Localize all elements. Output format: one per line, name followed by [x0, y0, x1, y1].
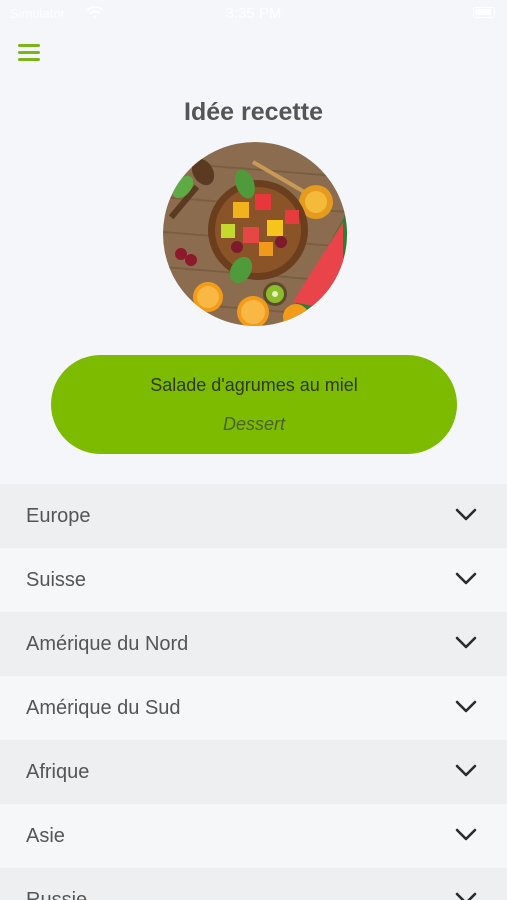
chevron-down-icon: [455, 636, 477, 649]
menu-line: [18, 44, 40, 47]
region-row-suisse[interactable]: Suisse: [0, 548, 507, 612]
chevron-down-icon: [455, 764, 477, 777]
app-screen: Simulator 3:35 PM Idée recette Salade d'…: [0, 0, 507, 900]
battery-icon: [473, 7, 495, 18]
region-row-amerique-du-sud[interactable]: Amérique du Sud: [0, 676, 507, 740]
status-bar: Simulator 3:35 PM: [0, 0, 507, 28]
region-label: Afrique: [26, 761, 90, 783]
region-label: Russie: [26, 889, 88, 900]
hamburger-menu-icon[interactable]: [14, 40, 44, 66]
chevron-down-icon: [455, 572, 477, 585]
recipe-photo[interactable]: [163, 142, 347, 326]
region-list: Europe Suisse Amérique du Nord Amérique …: [0, 484, 507, 900]
region-label: Asie: [26, 825, 65, 847]
region-label: Europe: [26, 505, 91, 527]
menu-line: [18, 51, 40, 54]
chevron-down-icon: [455, 828, 477, 841]
recipe-suggestion-card[interactable]: Salade d'agrumes au miel Dessert: [51, 355, 457, 454]
page-title: Idée recette: [184, 98, 323, 126]
region-row-europe[interactable]: Europe: [0, 484, 507, 548]
menu-line: [18, 58, 40, 61]
region-label: Amérique du Nord: [26, 633, 189, 655]
fruit-salad-illustration: [163, 142, 347, 326]
chevron-down-icon: [455, 892, 477, 900]
chevron-down-icon: [455, 700, 477, 713]
region-row-afrique[interactable]: Afrique: [0, 740, 507, 804]
region-row-asie[interactable]: Asie: [0, 804, 507, 868]
region-row-amerique-du-nord[interactable]: Amérique du Nord: [0, 612, 507, 676]
region-label: Suisse: [26, 569, 87, 591]
region-label: Amérique du Sud: [26, 697, 181, 719]
recipe-name: Salade d'agrumes au miel: [150, 375, 358, 395]
recipe-category: Dessert: [222, 414, 285, 434]
region-row-russie[interactable]: Russie: [0, 868, 507, 900]
status-time: 3:35 PM: [225, 5, 282, 22]
chevron-down-icon: [455, 508, 477, 521]
